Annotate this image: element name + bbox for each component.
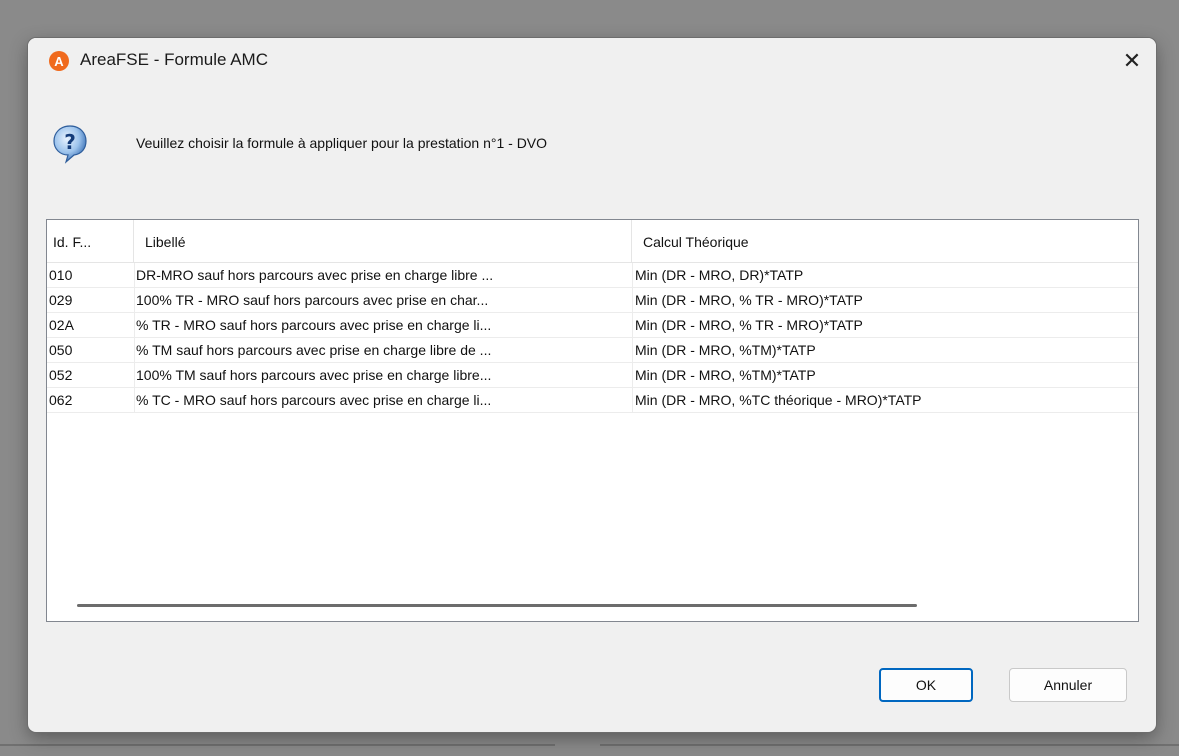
background-divider [0,744,555,746]
table-row[interactable]: 029 100% TR - MRO sauf hors parcours ave… [47,288,1138,313]
cell-libelle: 100% TM sauf hors parcours avec prise en… [136,367,492,383]
formule-amc-dialog: A AreaFSE - Formule AMC ✕ ? Veuillez cho… [28,38,1156,732]
cell-libelle: % TC - MRO sauf hors parcours avec prise… [136,392,492,408]
cell-id: 010 [49,267,73,283]
close-button[interactable]: ✕ [1108,38,1156,84]
title-bar: A AreaFSE - Formule AMC ✕ [28,38,1156,88]
ok-button[interactable]: OK [879,668,973,702]
cell-id: 02A [49,317,74,333]
cell-libelle: 100% TR - MRO sauf hors parcours avec pr… [136,292,489,308]
list-header: Id. F... Libellé Calcul Théorique [47,220,1138,263]
cell-calcul: Min (DR - MRO, DR)*TATP [635,267,804,283]
table-row[interactable]: 050 % TM sauf hors parcours avec prise e… [47,338,1138,363]
question-icon: ? [53,125,87,164]
cell-calcul: Min (DR - MRO, % TR - MRO)*TATP [635,292,863,308]
table-row[interactable]: 02A % TR - MRO sauf hors parcours avec p… [47,313,1138,338]
cell-id: 062 [49,392,73,408]
table-row[interactable]: 010 DR-MRO sauf hors parcours avec prise… [47,263,1138,288]
column-header-id[interactable]: Id. F... [47,220,134,262]
svg-text:?: ? [64,130,76,154]
column-header-libelle[interactable]: Libellé [134,220,632,262]
app-logo-icon: A [49,51,69,71]
cell-libelle: % TR - MRO sauf hors parcours avec prise… [136,317,492,333]
table-row[interactable]: 052 100% TM sauf hors parcours avec pris… [47,363,1138,388]
cancel-button[interactable]: Annuler [1009,668,1127,702]
table-row[interactable]: 062 % TC - MRO sauf hors parcours avec p… [47,388,1138,413]
cell-libelle: DR-MRO sauf hors parcours avec prise en … [136,267,494,283]
cell-id: 052 [49,367,73,383]
window-title: AreaFSE - Formule AMC [80,50,268,69]
cell-calcul: Min (DR - MRO, % TR - MRO)*TATP [635,317,863,333]
cell-id: 029 [49,292,73,308]
cell-libelle: % TM sauf hors parcours avec prise en ch… [136,342,492,358]
horizontal-scrollbar[interactable] [77,604,917,607]
prompt-message: Veuillez choisir la formule à appliquer … [136,135,548,151]
cell-id: 050 [49,342,73,358]
column-header-calcul[interactable]: Calcul Théorique [632,220,1138,262]
background-divider [600,744,1179,746]
cell-calcul: Min (DR - MRO, %TC théorique - MRO)*TATP [635,392,922,408]
formule-list[interactable]: Id. F... Libellé Calcul Théorique 010 DR… [46,219,1139,622]
cell-calcul: Min (DR - MRO, %TM)*TATP [635,367,816,383]
cell-calcul: Min (DR - MRO, %TM)*TATP [635,342,816,358]
